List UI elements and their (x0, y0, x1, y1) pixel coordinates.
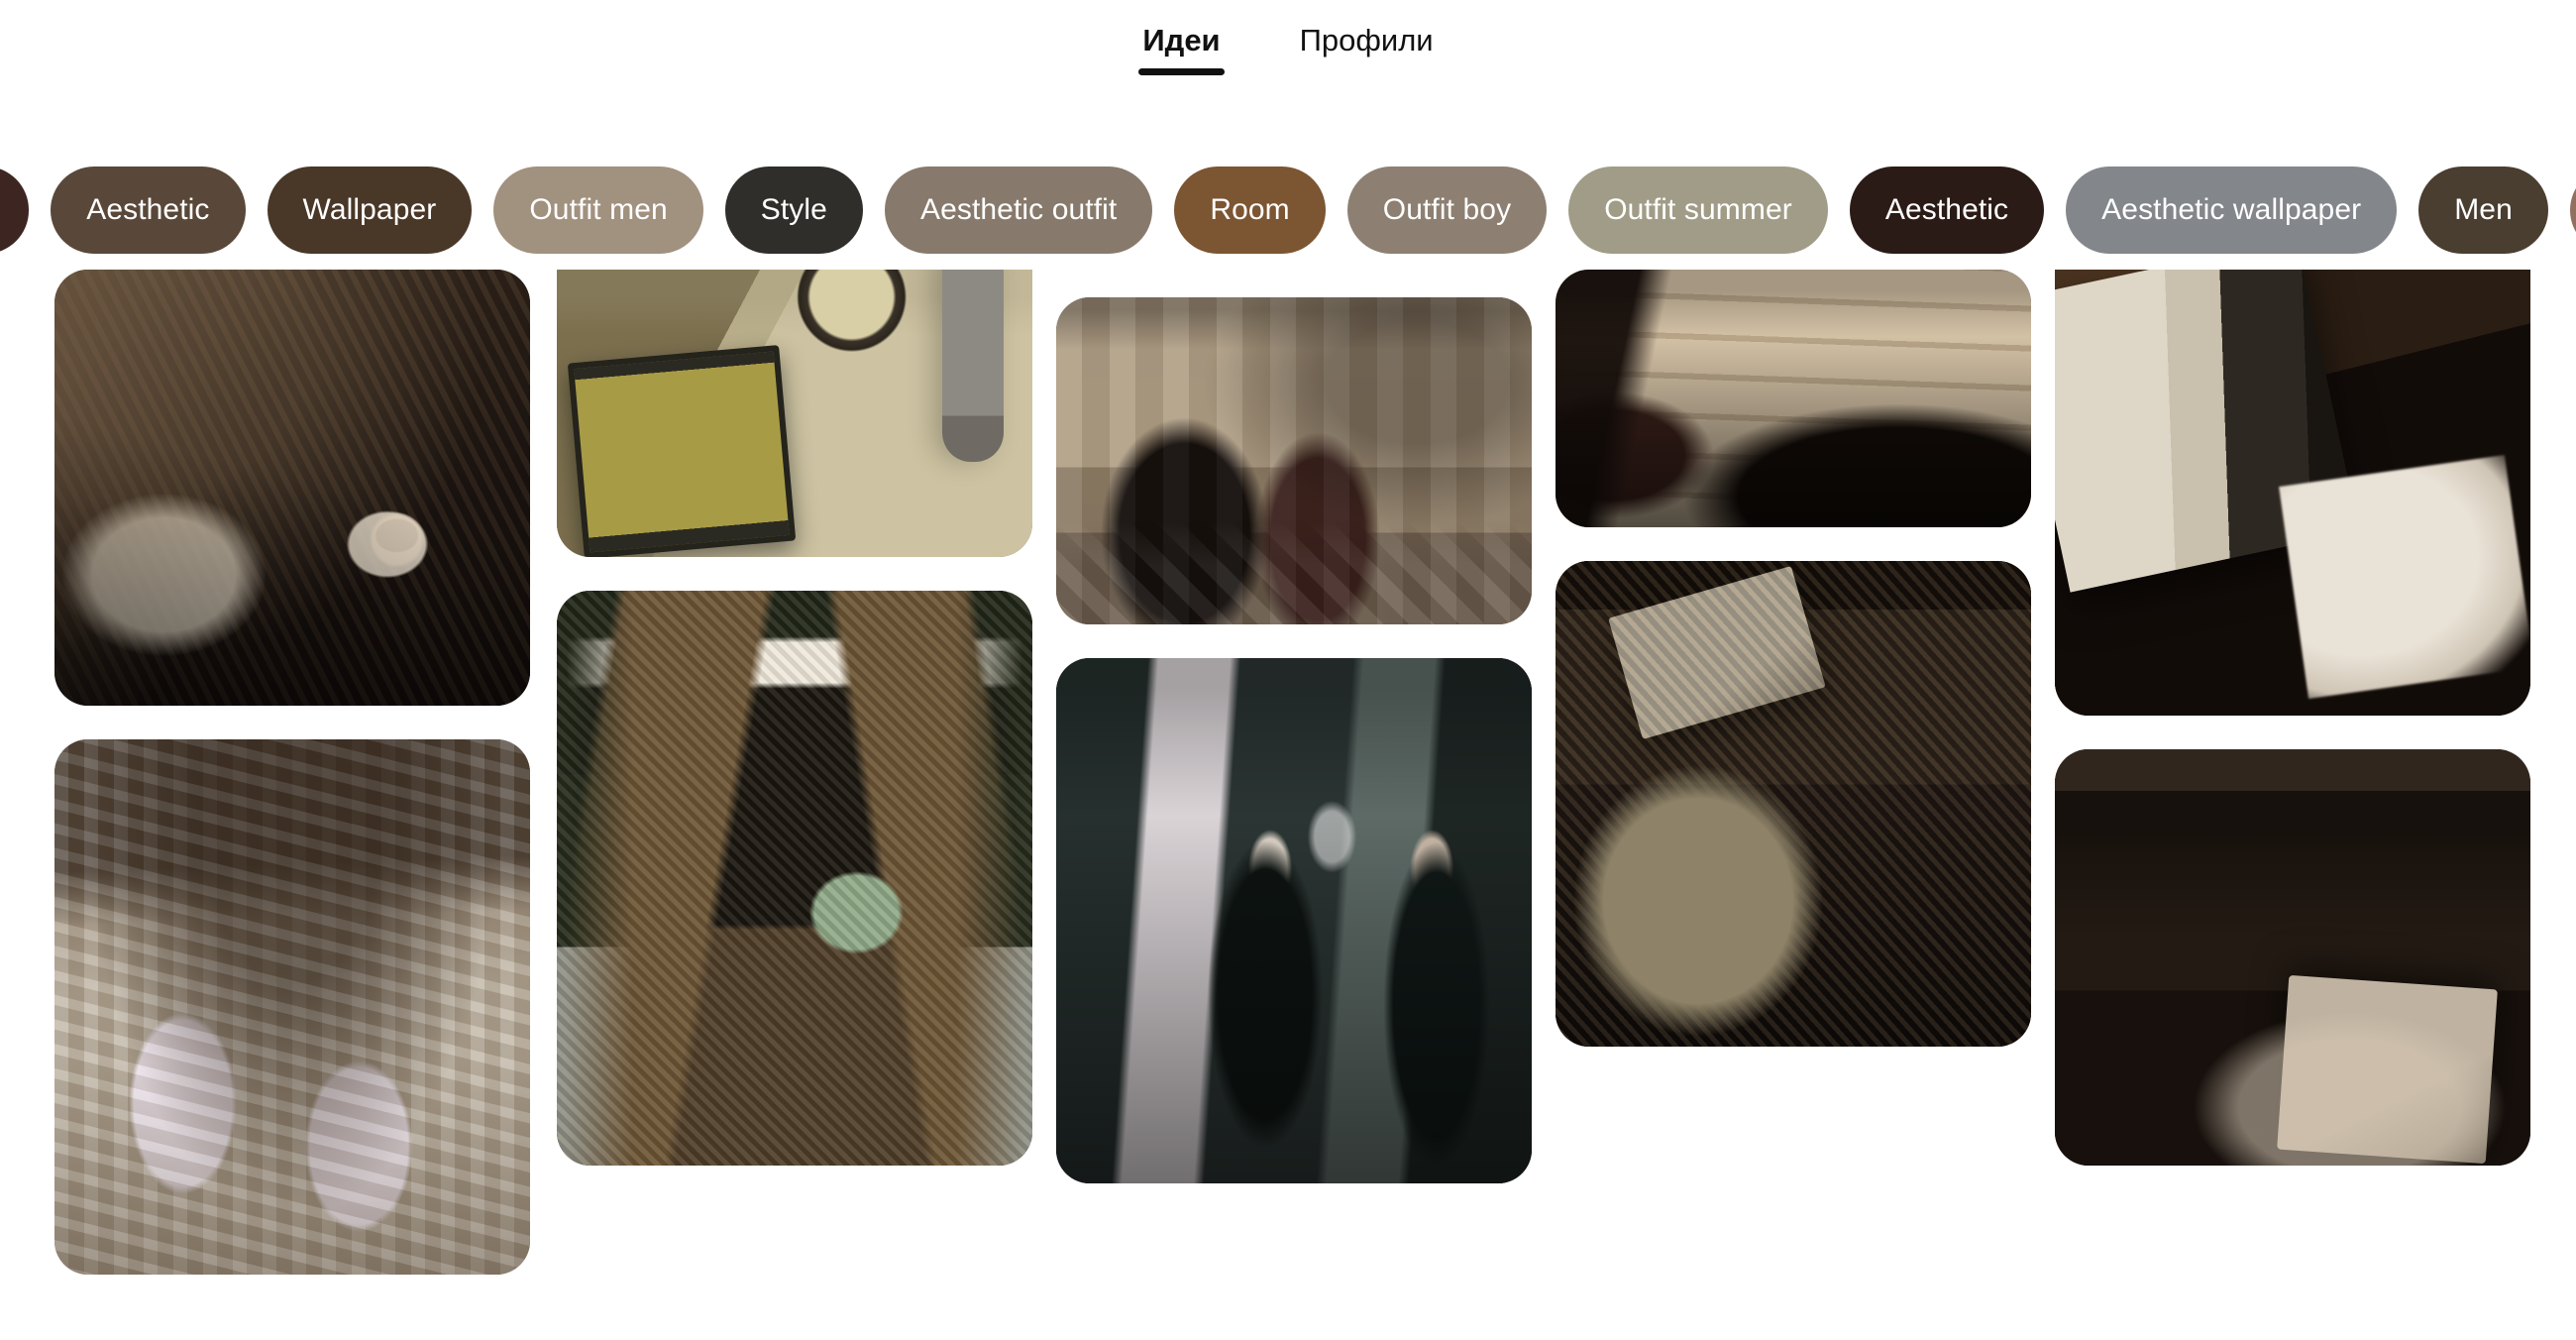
pin-card[interactable] (2055, 270, 2530, 716)
tab-bar: Идеи Профили (0, 0, 2576, 99)
category-chip-12[interactable]: Nails (2569, 167, 2576, 254)
pin-card[interactable] (2055, 749, 2530, 1166)
category-chip-label: Aesthetic outfit (919, 193, 1118, 226)
tab-ideas-label: Идеи (1142, 23, 1221, 57)
pin-column-2 (1056, 297, 1532, 1217)
pin-column-1 (557, 270, 1032, 1199)
category-chip-label: Aesthetic wallpaper (2101, 193, 2362, 226)
category-chip-10[interactable]: Aesthetic wallpaper (2066, 167, 2398, 254)
category-chip-label: Outfit men (529, 193, 668, 226)
pin-column-4 (2055, 270, 2530, 1199)
category-chip-label: Wallpaper (302, 193, 437, 226)
tab-ideas[interactable]: Идеи (1138, 22, 1225, 75)
pin-sketch-bedroom-image (1556, 270, 2031, 527)
pin-baroque-church-image (54, 739, 530, 1275)
category-chip-label: Style (760, 193, 827, 226)
tab-profiles[interactable]: Профили (1296, 22, 1438, 75)
pin-card[interactable] (557, 270, 1032, 557)
category-chip-label: Aesthetic (86, 193, 210, 226)
pin-card[interactable] (1056, 658, 1532, 1183)
pin-museum-run-image (1056, 297, 1532, 624)
pin-card[interactable] (1556, 561, 2031, 1047)
pin-sepia-reader-image (2055, 749, 2530, 1166)
pin-clock-desk-image (557, 270, 1032, 557)
tab-active-indicator (1138, 68, 1225, 75)
pin-grid (0, 270, 2576, 1340)
pin-card[interactable] (54, 270, 530, 706)
category-chip-9[interactable]: Aesthetic (1849, 167, 2045, 254)
category-chip-5[interactable]: Aesthetic outfit (884, 167, 1153, 254)
category-chip-4[interactable]: Style (724, 167, 863, 254)
category-chip-2[interactable]: Wallpaper (267, 167, 473, 254)
pin-card[interactable] (557, 591, 1032, 1166)
category-chip-label: Outfit boy (1382, 193, 1512, 226)
pin-tweed-outfit-image (557, 591, 1032, 1166)
category-chip-row[interactable]: it Aesthetic Wallpaper Outfit men Style Aesth… (0, 161, 2576, 260)
pin-card[interactable] (1056, 297, 1532, 624)
pin-seated-reading-image (1556, 561, 2031, 1047)
pin-coffee-books-image (54, 270, 530, 706)
category-chip-label: Men (2454, 193, 2513, 226)
category-chip-7[interactable]: Outfit boy (1346, 167, 1548, 254)
pin-card[interactable] (54, 739, 530, 1275)
category-chip-8[interactable]: Outfit summer (1568, 167, 1828, 254)
category-chip-3[interactable]: Outfit men (493, 167, 703, 254)
pin-smoking-window-image (1056, 658, 1532, 1183)
category-chip-1[interactable]: Aesthetic (51, 167, 246, 254)
pin-card[interactable] (1556, 270, 2031, 527)
pin-art-book-hand-image (2055, 270, 2530, 716)
pin-column-0 (54, 270, 530, 1308)
category-chip-6[interactable]: Room (1174, 167, 1326, 254)
category-chip-11[interactable]: Men (2418, 167, 2548, 254)
category-chip-label: Outfit summer (1604, 193, 1792, 226)
category-chip-label: Room (1210, 193, 1290, 226)
category-chip-label: Aesthetic (1884, 193, 2009, 226)
category-chip-0[interactable]: it (0, 167, 30, 254)
tab-profiles-label: Профили (1299, 23, 1434, 57)
pin-column-3 (1556, 270, 2031, 1080)
